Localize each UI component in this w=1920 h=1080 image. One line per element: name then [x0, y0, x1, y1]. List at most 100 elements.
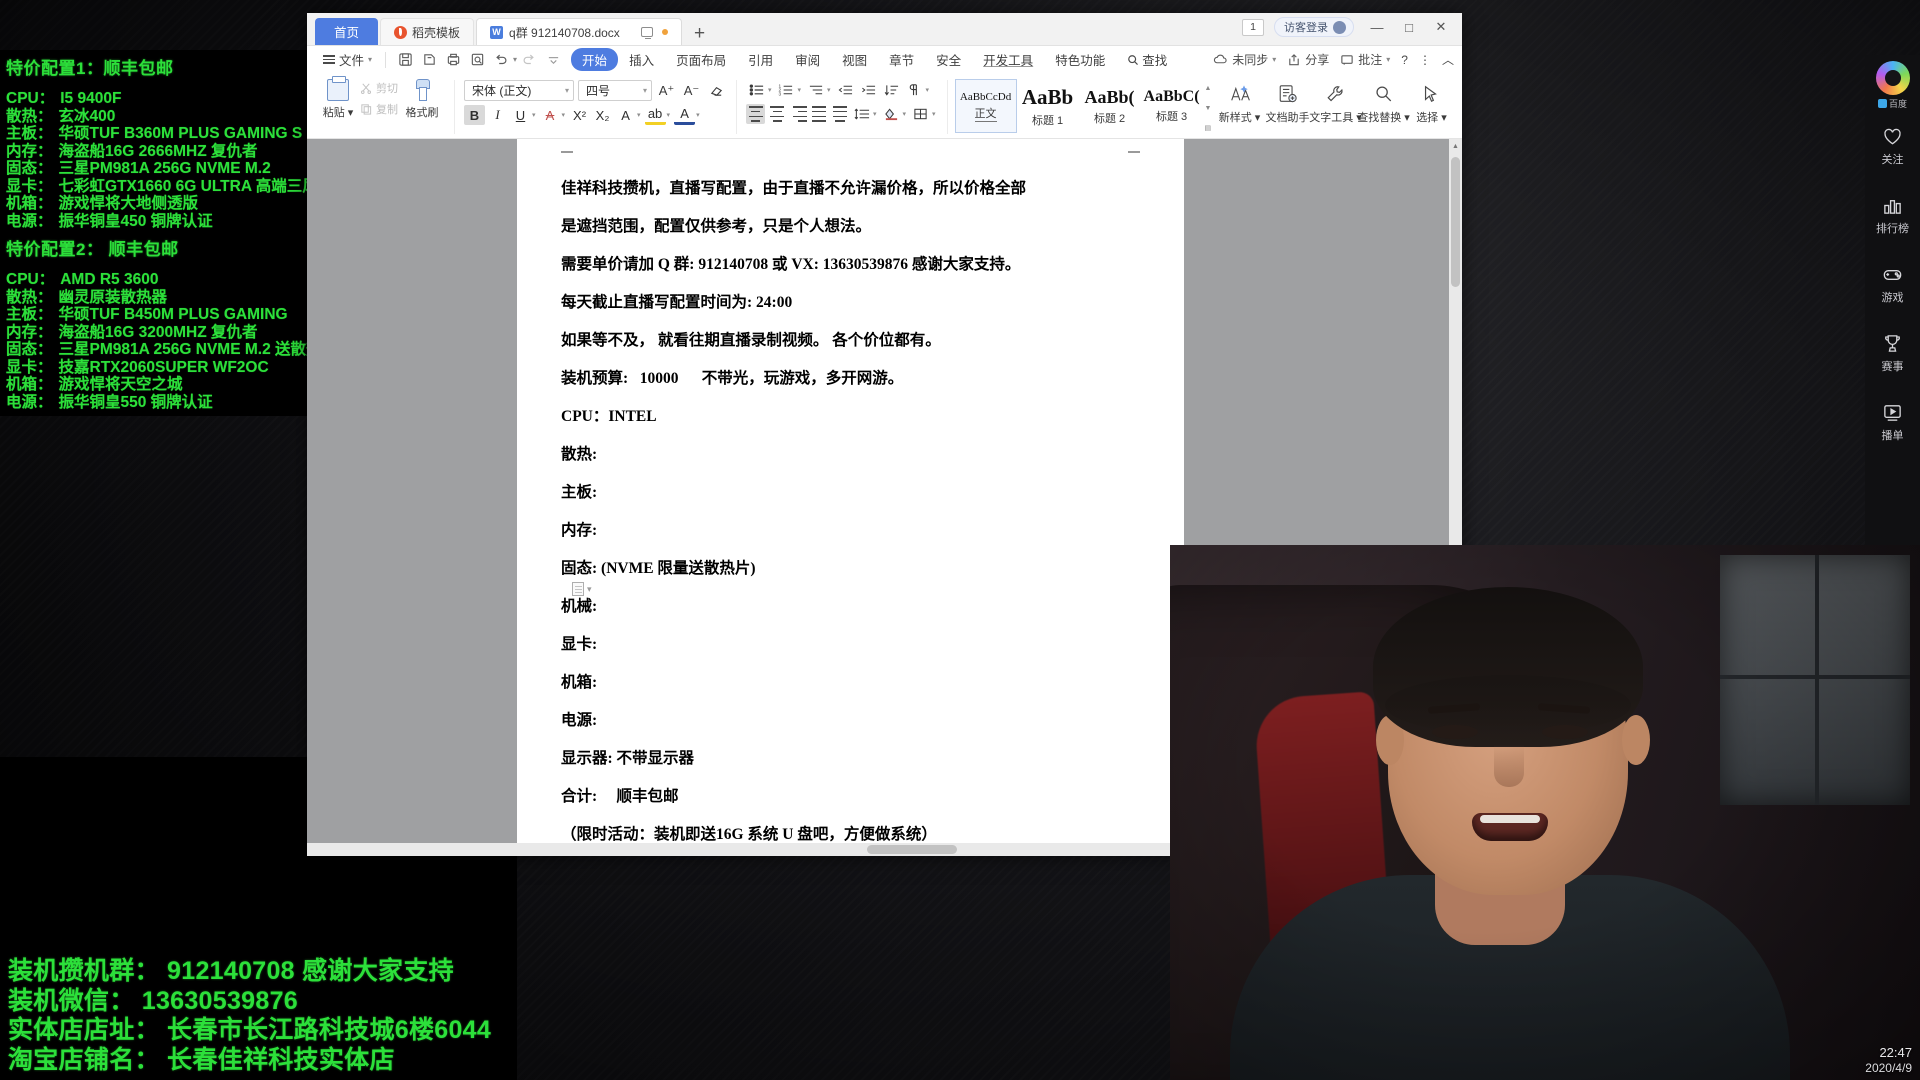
ribbon-tab-5[interactable]: 视图 [831, 48, 878, 71]
tab-home[interactable]: 首页 [315, 18, 379, 45]
superscript-button[interactable]: X² [569, 105, 590, 125]
chevron-down-icon[interactable]: ▾ [768, 86, 772, 94]
help-button[interactable]: ? [1401, 53, 1408, 67]
find-replace-button[interactable]: 查找替换 ▾ [1357, 76, 1410, 138]
sidebar-item-赛事[interactable]: 赛事 [1881, 331, 1905, 374]
justify-button[interactable] [809, 104, 828, 124]
bold-button[interactable]: B [464, 105, 485, 125]
paragraph-layout-gizmo[interactable]: ▾ [572, 582, 592, 596]
chevron-down-icon[interactable]: ▾ [667, 111, 671, 119]
character-border-button[interactable]: A [615, 105, 636, 125]
copy-button[interactable]: 复制 [360, 101, 398, 117]
chevron-down-icon[interactable]: ▾ [532, 111, 536, 119]
chevron-down-icon[interactable]: ▾ [562, 111, 566, 119]
highlight-button[interactable]: ab [644, 105, 666, 125]
style-cell-3[interactable]: AaBbC(标题 3 [1141, 79, 1203, 133]
new-style-button[interactable]: 新样式 ▾ [1215, 76, 1263, 138]
multilevel-list-button[interactable] [805, 80, 826, 100]
save-icon[interactable] [393, 50, 417, 70]
customize-quick-access-icon[interactable] [541, 50, 565, 70]
chevron-down-icon[interactable]: ▾ [903, 110, 907, 118]
chevron-down-icon[interactable]: ▼ [1205, 105, 1212, 112]
ribbon-tab-2[interactable]: 页面布局 [665, 48, 737, 71]
chevron-down-icon[interactable]: ▾ [827, 86, 831, 94]
ribbon-tab-8[interactable]: 开发工具 [972, 48, 1044, 71]
ribbon-tab-7[interactable]: 安全 [925, 48, 972, 71]
chevron-down-icon[interactable]: ▾ [932, 110, 936, 118]
ribbon-tab-9[interactable]: 特色功能 [1044, 48, 1116, 71]
close-button[interactable]: ✕ [1426, 15, 1456, 39]
document-text[interactable]: 佳祥科技攒机，直播写配置，由于直播不允许漏价格，所以价格全部 是遮挡范围，配置仅供… [561, 181, 1140, 843]
show-formatting-marks-button[interactable] [904, 80, 925, 100]
line-spacing-button[interactable] [851, 104, 872, 124]
sidebar-item-游戏[interactable]: 游戏 [1881, 262, 1905, 305]
ribbon-tab-1[interactable]: 插入 [618, 48, 665, 71]
guest-login-button[interactable]: 访客登录 [1274, 17, 1354, 37]
sort-button[interactable] [881, 80, 902, 100]
ribbon-tab-3[interactable]: 引用 [737, 48, 784, 71]
text-tools-button[interactable]: 文字工具 ▾ [1309, 76, 1362, 138]
chevron-down-icon[interactable]: ▾ [873, 110, 877, 118]
style-cell-2[interactable]: AaBb(标题 2 [1079, 79, 1141, 133]
print-icon[interactable] [441, 50, 465, 70]
ribbon-tab-0[interactable]: 开始 [571, 48, 619, 71]
minimize-button[interactable]: — [1362, 15, 1392, 39]
paste-button[interactable]: 粘贴 ▾ [318, 76, 358, 120]
decrease-indent-button[interactable] [835, 80, 856, 100]
file-menu-button[interactable]: 文件 ▾ [317, 50, 378, 69]
more-options-button[interactable]: ⋮ [1419, 53, 1431, 67]
sidebar-item-播单[interactable]: 播单 [1881, 400, 1905, 443]
tab-document[interactable]: W q群 912140708.docx [476, 18, 683, 45]
platform-logo-icon[interactable] [1875, 61, 1910, 95]
sidebar-item-关注[interactable]: 关注 [1881, 124, 1905, 167]
expand-gallery-icon[interactable]: ▤ [1205, 125, 1212, 132]
collapse-ribbon-button[interactable]: ︿ [1442, 51, 1454, 68]
undo-icon[interactable] [489, 50, 513, 70]
sync-status-button[interactable]: 未同步 ▾ [1213, 51, 1276, 68]
chevron-up-icon[interactable]: ▲ [1205, 85, 1212, 92]
cut-button[interactable]: 剪切 [360, 80, 398, 96]
comment-button[interactable]: 批注 ▾ [1340, 51, 1390, 68]
chevron-down-icon[interactable]: ▾ [637, 111, 641, 119]
increase-font-size-button[interactable]: A⁺ [656, 80, 677, 101]
shading-button[interactable] [881, 104, 902, 124]
tab-docer-template[interactable]: 稻壳模板 [380, 18, 475, 45]
distribute-button[interactable] [830, 104, 849, 124]
align-center-button[interactable] [767, 104, 786, 124]
style-cell-1[interactable]: AaBb 标题 1 [1017, 79, 1079, 133]
font-size-select[interactable]: 四号 ▾ [578, 80, 652, 101]
font-family-select[interactable]: 宋体 (正文) ▾ [464, 80, 574, 101]
chevron-down-icon[interactable]: ▾ [926, 86, 930, 94]
scroll-up-icon[interactable]: ▲ [1449, 139, 1462, 153]
chevron-down-icon[interactable]: ▾ [696, 111, 700, 119]
strikethrough-button[interactable]: A [540, 105, 561, 125]
underline-button[interactable]: U [510, 105, 531, 125]
borders-button[interactable] [910, 104, 931, 124]
clear-formatting-icon[interactable] [706, 80, 727, 101]
align-right-button[interactable] [788, 104, 807, 124]
decrease-font-size-button[interactable]: A⁻ [681, 80, 702, 101]
style-cell-0[interactable]: AaBbCcDd 正文 [954, 79, 1017, 133]
align-left-button[interactable] [746, 104, 765, 124]
horizontal-scroll-thumb[interactable] [867, 845, 957, 854]
sidebar-item-排行榜[interactable]: 排行榜 [1876, 193, 1909, 236]
subscript-button[interactable]: X₂ [592, 105, 613, 125]
ribbon-tab-6[interactable]: 章节 [878, 48, 925, 71]
search-button[interactable]: 查找 [1116, 48, 1178, 71]
increase-indent-button[interactable] [858, 80, 879, 100]
present-icon[interactable] [641, 27, 654, 40]
chevron-down-icon[interactable]: ▾ [798, 86, 802, 94]
save-as-icon[interactable] [417, 50, 441, 70]
font-color-button[interactable]: A [674, 105, 696, 125]
doc-assistant-button[interactable]: 文档助手 [1263, 76, 1311, 138]
select-button[interactable]: 选择 ▾ [1407, 76, 1455, 138]
numbered-list-button[interactable]: 123 [776, 80, 797, 100]
share-button[interactable]: 分享 [1287, 51, 1329, 68]
format-painter-button[interactable]: 格式刷 [400, 76, 444, 120]
print-preview-icon[interactable] [465, 50, 489, 70]
maximize-button[interactable]: □ [1394, 15, 1424, 39]
document-page[interactable]: 佳祥科技攒机，直播写配置，由于直播不允许漏价格，所以价格全部 是遮挡范围，配置仅供… [517, 139, 1184, 856]
ribbon-tab-4[interactable]: 审阅 [784, 48, 831, 71]
bullet-list-button[interactable] [746, 80, 767, 100]
vertical-scroll-thumb[interactable] [1451, 157, 1460, 287]
